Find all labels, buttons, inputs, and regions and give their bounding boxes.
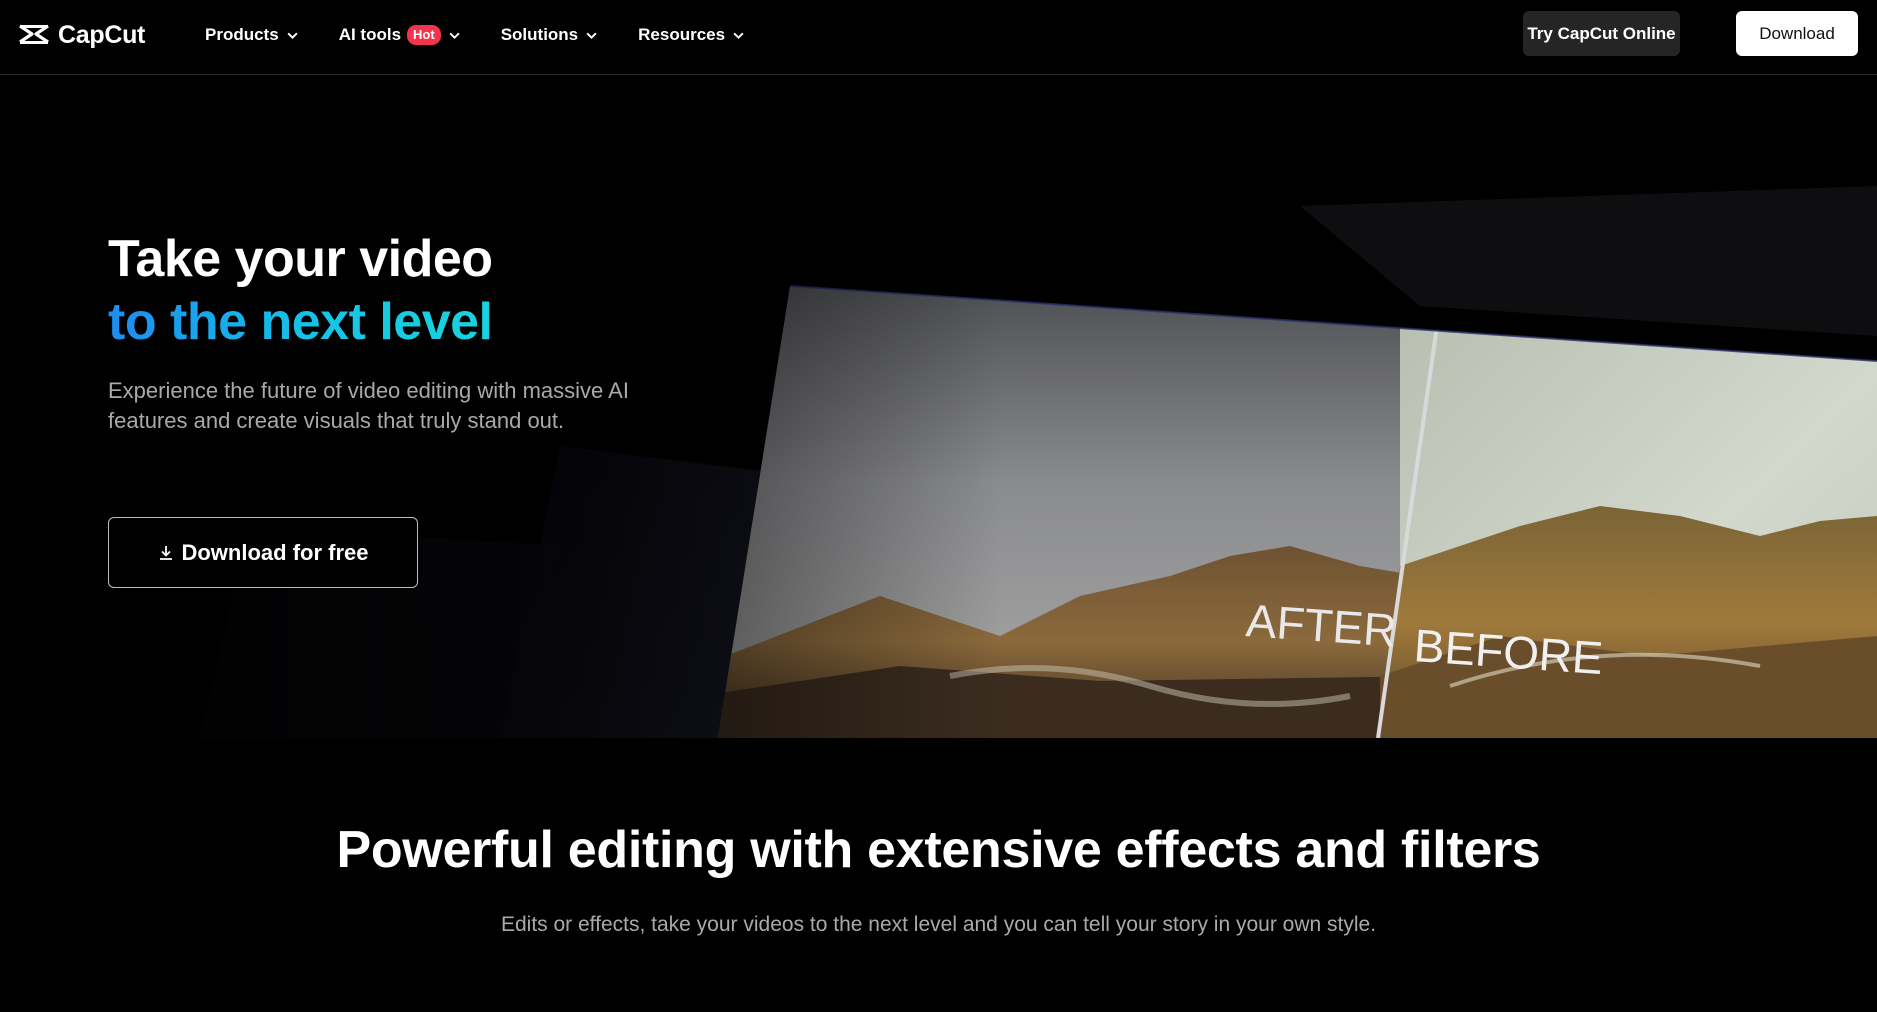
try-capcut-online-button[interactable]: Try CapCut Online — [1523, 11, 1680, 56]
hot-badge: Hot — [407, 25, 441, 45]
hero-headline: Take your video to the next level — [108, 228, 688, 354]
chevron-down-icon — [733, 32, 744, 39]
brand-logo[interactable]: CapCut — [18, 20, 145, 50]
menu-item-label: Products — [205, 25, 279, 44]
section-title: Powerful editing with extensive effects … — [336, 821, 1541, 879]
section-subtitle: Edits or effects, take your videos to th… — [500, 913, 1377, 936]
cta-label: Download for free — [181, 539, 369, 565]
after-label: AFTER — [1244, 594, 1398, 656]
menu-item-label: AI tools — [338, 25, 402, 44]
hero-text: Take your video to the next level Experi… — [108, 228, 688, 436]
hero-subtitle: Experience the future of video editing w… — [108, 378, 629, 433]
download-icon — [160, 545, 173, 560]
chevron-down-icon — [287, 32, 298, 39]
download-button[interactable]: Download — [1736, 11, 1858, 56]
page: CapCut Products AI tools Hot Solutions R… — [0, 0, 1877, 1012]
menu-item-solutions[interactable]: Solutions — [501, 25, 598, 45]
hero-title-line2: to the next level — [108, 291, 688, 354]
menu-item-label: Resources — [638, 25, 726, 44]
menu-item-resources[interactable]: Resources — [638, 25, 745, 45]
download-for-free-button[interactable]: Download for free — [108, 517, 418, 588]
hero-section: AFTER BEFORE Take your video to the next… — [0, 76, 1877, 738]
chevron-down-icon — [449, 32, 460, 39]
chevron-down-icon — [586, 32, 597, 39]
menu-item-ai-tools[interactable]: AI tools Hot — [339, 25, 461, 45]
hero-title-line1: Take your video — [108, 230, 493, 288]
menu-item-label: Solutions — [500, 25, 579, 44]
brand-name: CapCut — [58, 20, 146, 49]
capcut-logo-icon — [19, 24, 49, 44]
main-menu: Products AI tools Hot Solutions Resource… — [205, 22, 785, 48]
menu-item-products[interactable]: Products — [205, 25, 299, 45]
top-nav: CapCut Products AI tools Hot Solutions R… — [0, 0, 1877, 75]
